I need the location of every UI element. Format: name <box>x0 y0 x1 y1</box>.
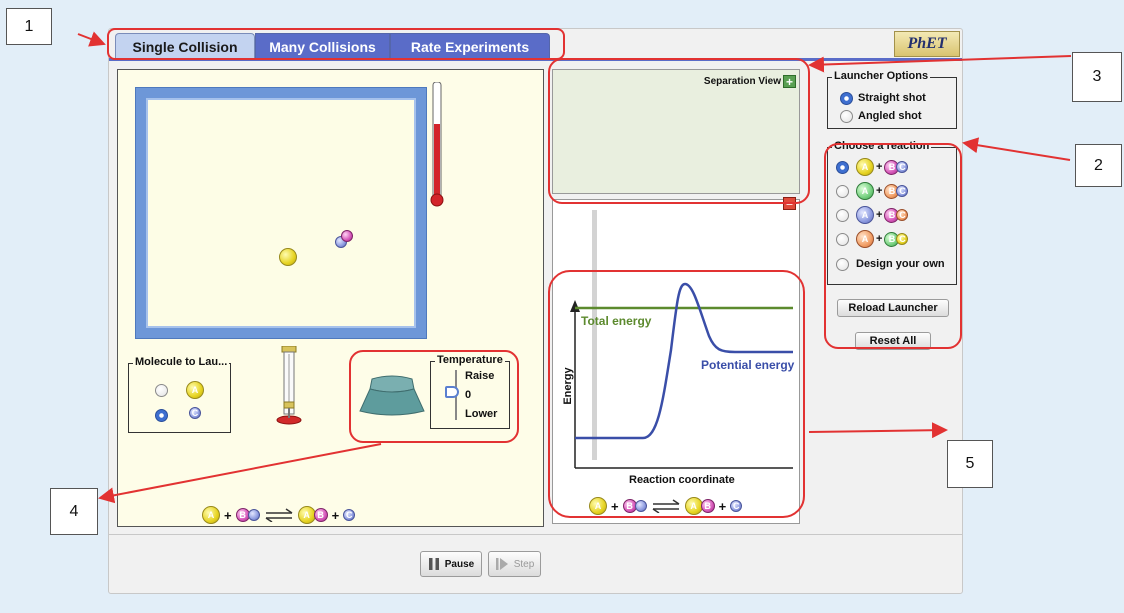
callout-number: 3 <box>1092 68 1102 85</box>
plus-sign: + <box>224 507 232 523</box>
molecule-to-launch-title: Molecule to Lau... <box>133 356 230 368</box>
molecule-a <box>279 248 297 266</box>
reaction-box <box>136 88 426 338</box>
callout-number: 2 <box>1094 156 1103 174</box>
eq-a-letter: A <box>207 510 215 520</box>
phet-logo-text: PhET <box>907 35 947 52</box>
molecule-c-icon <box>247 509 260 521</box>
molecule-to-launch-panel: Molecule to Lau... A C <box>128 356 231 433</box>
highlight-separation-view <box>548 58 810 204</box>
molecule-a-icon: A <box>202 506 220 524</box>
callout-2: 2 <box>1075 144 1122 187</box>
launcher-options-panel: Launcher Options Straight shot Angled sh… <box>827 70 957 129</box>
highlight-temperature <box>349 350 519 443</box>
eq-ab-a-letter: A <box>303 510 310 520</box>
molecule-a-icon: A <box>186 381 204 399</box>
launch-c-radio[interactable] <box>155 409 168 422</box>
reaction-chamber-panel: Molecule to Lau... A C Temperature Raise <box>117 69 544 527</box>
pause-button[interactable]: Pause <box>420 551 482 577</box>
eq-c-letter: C <box>345 510 353 520</box>
callout-5: 5 <box>947 440 993 488</box>
molecule-b-icon: B <box>313 508 328 522</box>
molecule-c-icon: C <box>343 509 356 521</box>
phet-logo: PhET <box>894 31 960 57</box>
straight-shot-label: Straight shot <box>858 92 926 104</box>
callout-3: 3 <box>1072 52 1122 102</box>
step-button[interactable]: Step <box>488 551 541 577</box>
eq-ab-b-letter: B <box>317 510 324 520</box>
step-icon <box>495 558 508 570</box>
plus-sign: + <box>331 507 340 523</box>
pause-icon <box>428 558 439 570</box>
angled-shot-radio[interactable] <box>840 110 853 123</box>
launch-a-radio[interactable] <box>155 384 168 397</box>
molecule-c-icon: C <box>189 407 201 419</box>
highlight-tabs <box>107 28 565 60</box>
controls-divider <box>109 534 962 535</box>
step-label: Step <box>513 558 535 570</box>
highlight-energy-graph <box>548 270 805 518</box>
pause-label: Pause <box>444 558 475 570</box>
launcher-spring-icon[interactable] <box>276 346 302 428</box>
straight-shot-radio[interactable] <box>840 92 853 105</box>
angled-shot-label: Angled shot <box>858 110 922 122</box>
callout-number: 5 <box>965 455 975 472</box>
callout-4: 4 <box>50 488 98 535</box>
molecule-c-letter: C <box>191 408 199 418</box>
launcher-options-title: Launcher Options <box>832 70 931 82</box>
molecule-a-icon: A <box>297 506 316 524</box>
molecule-b <box>341 230 353 242</box>
thermometer-icon <box>430 82 444 207</box>
equilibrium-arrows-icon <box>265 508 293 522</box>
reaction-equation: A + B A B + C <box>202 505 356 525</box>
callout-number: 1 <box>24 17 34 35</box>
eq-b-letter: B <box>239 510 246 520</box>
highlight-choose-reaction <box>824 143 962 349</box>
molecule-a-letter: A <box>191 385 199 395</box>
callout-number: 4 <box>69 502 79 520</box>
callout-1: 1 <box>6 8 52 45</box>
